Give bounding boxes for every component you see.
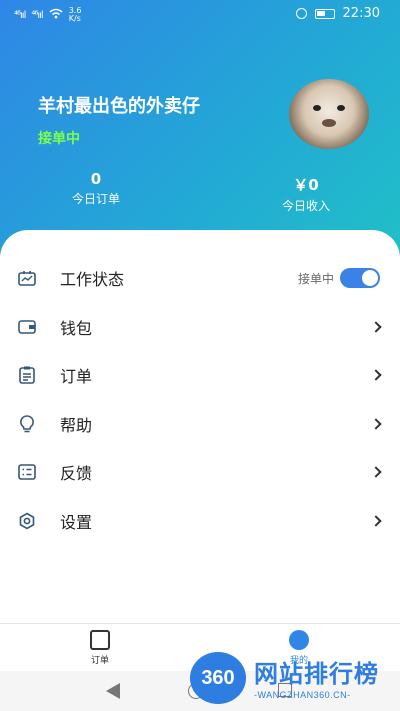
chevron-right-icon xyxy=(370,321,382,333)
menu-item-label: 帮助 xyxy=(60,415,93,435)
tab-orders[interactable]: 订单 xyxy=(70,630,130,666)
today-orders-stat[interactable]: 0 今日订单 xyxy=(56,170,136,207)
wallet-icon xyxy=(18,318,36,336)
watermark-logo: 360 xyxy=(190,652,246,704)
work-status-icon xyxy=(18,269,36,287)
order-tab-icon xyxy=(90,630,110,650)
tab-label: 订单 xyxy=(90,656,109,666)
menu-item-label: 反馈 xyxy=(60,464,93,484)
settings-icon xyxy=(18,512,36,530)
watermark: 360 网站排行榜 -WANGZHAN360.CN- xyxy=(190,650,400,708)
battery-icon xyxy=(314,8,335,19)
wifi-icon xyxy=(49,8,63,22)
chevron-right-icon xyxy=(370,466,382,478)
menu-list: 工作状态 接单中 钱包 订单 帮助 反馈 设置 xyxy=(0,254,400,545)
watermark-subtitle: -WANGZHAN360.CN- xyxy=(254,690,351,700)
avatar[interactable] xyxy=(289,79,369,149)
avatar-nose xyxy=(322,119,336,127)
chevron-right-icon xyxy=(370,515,382,527)
rider-name: 羊村最出色的外卖仔 xyxy=(38,96,200,117)
menu-item-label: 钱包 xyxy=(60,318,93,338)
order-icon xyxy=(18,366,36,385)
toggle-switch[interactable] xyxy=(340,268,380,289)
signal-icon: ⁴⁶ııl xyxy=(14,9,26,21)
work-status-text: 接单中 xyxy=(38,131,80,147)
signal-icon: ⁴⁶ııl xyxy=(31,9,43,21)
mine-tab-icon xyxy=(289,630,309,650)
menu-item-wallet[interactable]: 钱包 xyxy=(0,303,400,352)
net-speed-unit: K/s xyxy=(68,14,81,23)
menu-item-orders[interactable]: 订单 xyxy=(0,351,400,400)
feedback-icon xyxy=(18,463,36,481)
work-status-switch[interactable]: 接单中 xyxy=(297,268,380,289)
menu-item-label: 订单 xyxy=(60,367,93,387)
back-icon[interactable] xyxy=(106,683,120,699)
status-bar: ⁴⁶ııl ⁴⁶ııl 3.6 K/s 22:30 xyxy=(0,0,400,28)
alarm-icon xyxy=(295,8,307,19)
help-icon xyxy=(18,414,36,433)
toggle-knob xyxy=(362,270,378,287)
today-orders-value: 0 xyxy=(90,170,102,188)
today-income-value: ￥0 xyxy=(293,176,319,194)
profile-header: ⁴⁶ııl ⁴⁶ııl 3.6 K/s 22:30 羊村最出色的外卖仔 接单中 … xyxy=(0,0,400,262)
today-income-stat[interactable]: ￥0 今日收入 xyxy=(266,174,346,214)
chevron-right-icon xyxy=(370,369,382,381)
today-orders-label: 今日订单 xyxy=(71,192,120,206)
menu-item-work-status: 工作状态 接单中 xyxy=(0,254,400,303)
watermark-title: 网站排行榜 xyxy=(254,660,379,688)
today-income-label: 今日收入 xyxy=(281,199,330,213)
menu-item-label: 设置 xyxy=(60,512,93,532)
avatar-eye xyxy=(313,105,321,111)
menu-item-label: 工作状态 xyxy=(60,270,125,290)
menu-item-help[interactable]: 帮助 xyxy=(0,400,400,449)
menu-item-feedback[interactable]: 反馈 xyxy=(0,448,400,497)
toggle-label: 接单中 xyxy=(297,271,334,286)
menu-card: 工作状态 接单中 钱包 订单 帮助 反馈 设置 xyxy=(0,230,400,623)
chevron-right-icon xyxy=(370,418,382,430)
menu-item-settings[interactable]: 设置 xyxy=(0,497,400,546)
network-speed: 3.6 K/s xyxy=(69,7,82,23)
clock: 22:30 xyxy=(342,6,380,21)
avatar-eye xyxy=(337,105,345,111)
